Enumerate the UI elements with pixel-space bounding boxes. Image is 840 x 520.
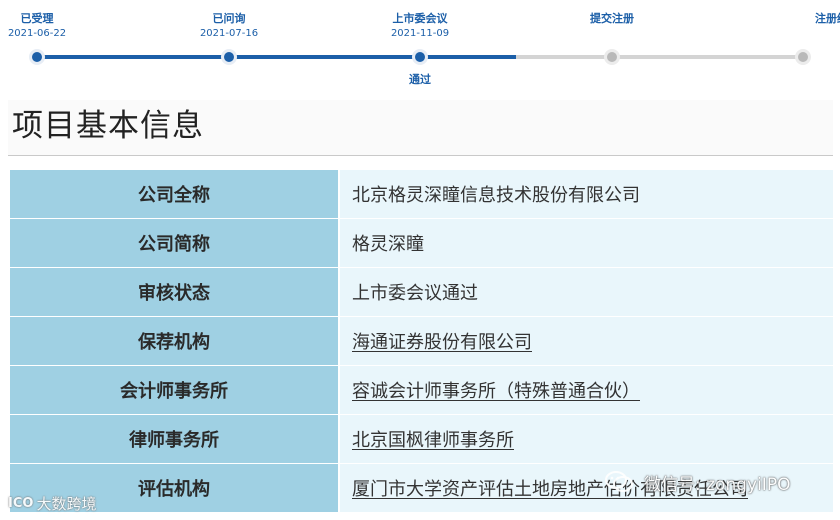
row-value: 格灵深瞳 bbox=[339, 218, 833, 268]
step-label: 上市委会议 bbox=[392, 12, 448, 25]
accounting-firm-link[interactable]: 容诚会计师事务所（特殊普通合伙） bbox=[352, 381, 640, 402]
row-label: 会计师事务所 bbox=[10, 365, 340, 415]
watermark-wechat: 微信号: zongyiIPO bbox=[604, 468, 790, 496]
watermark-brand-text: 大数跨境 bbox=[36, 494, 97, 513]
row-value: 海通证券股份有限公司 bbox=[339, 316, 833, 366]
step-label: 注册结果 bbox=[815, 12, 840, 25]
row-label: 律师事务所 bbox=[10, 414, 340, 464]
table-row: 审核状态 上市委会议通过 bbox=[10, 267, 833, 317]
watermark-wechat-text: 微信号: zongyiIPO bbox=[644, 474, 791, 495]
row-value: 容诚会计师事务所（特殊普通合伙） bbox=[339, 365, 833, 415]
project-info-table: 公司全称 北京格灵深瞳信息技术股份有限公司 公司简称 格灵深瞳 审核状态 上市委… bbox=[10, 169, 833, 513]
sponsor-link[interactable]: 海通证券股份有限公司 bbox=[352, 332, 532, 353]
table-row: 公司简称 格灵深瞳 bbox=[10, 218, 833, 268]
step-date: 2021-07-16 bbox=[199, 28, 259, 39]
step-inquired: 已问询 2021-07-16 bbox=[159, 0, 299, 65]
review-status: 上市委会议通过 bbox=[352, 283, 478, 304]
table-row: 保荐机构 海通证券股份有限公司 bbox=[10, 316, 833, 366]
section-title: 项目基本信息 bbox=[8, 100, 833, 156]
step-dot-pending bbox=[604, 49, 620, 65]
table-row: 律师事务所 北京国枫律师事务所 bbox=[10, 414, 833, 464]
row-label: 公司全称 bbox=[10, 169, 340, 219]
company-full-name: 北京格灵深瞳信息技术股份有限公司 bbox=[352, 185, 640, 206]
wechat-icon bbox=[605, 471, 633, 492]
row-label: 审核状态 bbox=[10, 267, 340, 317]
step-label: 提交注册 bbox=[590, 12, 634, 25]
step-dot-done bbox=[412, 49, 428, 65]
brand-logo-icon: ICO bbox=[8, 495, 34, 511]
step-label: 已受理 bbox=[20, 12, 54, 25]
step-registration-result: 注册结果 bbox=[733, 0, 840, 65]
progress-track-completed bbox=[37, 55, 516, 59]
progress-track-pending bbox=[516, 55, 804, 59]
row-label: 公司简称 bbox=[10, 218, 340, 268]
step-date bbox=[542, 28, 682, 40]
row-value: 上市委会议通过 bbox=[339, 267, 833, 317]
progress-timeline: 已受理 2021-06-22 已问询 2021-07-16 上市委会议 2021… bbox=[0, 0, 840, 96]
step-date bbox=[733, 28, 840, 40]
step-date: 2021-11-09 bbox=[390, 28, 450, 39]
table-row: 会计师事务所 容诚会计师事务所（特殊普通合伙） bbox=[10, 365, 833, 415]
table-row: 公司全称 北京格灵深瞳信息技术股份有限公司 bbox=[10, 169, 833, 219]
step-dot-done bbox=[221, 49, 237, 65]
row-label: 保荐机构 bbox=[10, 316, 340, 366]
row-value: 北京格灵深瞳信息技术股份有限公司 bbox=[339, 169, 833, 219]
row-value: 北京国枫律师事务所 bbox=[339, 414, 833, 464]
law-firm-link[interactable]: 北京国枫律师事务所 bbox=[352, 430, 514, 451]
step-date: 2021-06-22 bbox=[7, 28, 67, 39]
watermark-brand: ICO 大数跨境 bbox=[8, 491, 96, 515]
step-listing-committee: 上市委会议 2021-11-09 通过 bbox=[350, 0, 490, 86]
company-short-name: 格灵深瞳 bbox=[352, 234, 424, 255]
step-result: 通过 bbox=[409, 73, 431, 86]
step-dot-done bbox=[29, 49, 45, 65]
step-submit-registration: 提交注册 bbox=[542, 0, 682, 65]
step-label: 已问询 bbox=[212, 12, 246, 25]
step-accepted: 已受理 2021-06-22 bbox=[0, 0, 107, 65]
step-dot-pending bbox=[795, 49, 811, 65]
